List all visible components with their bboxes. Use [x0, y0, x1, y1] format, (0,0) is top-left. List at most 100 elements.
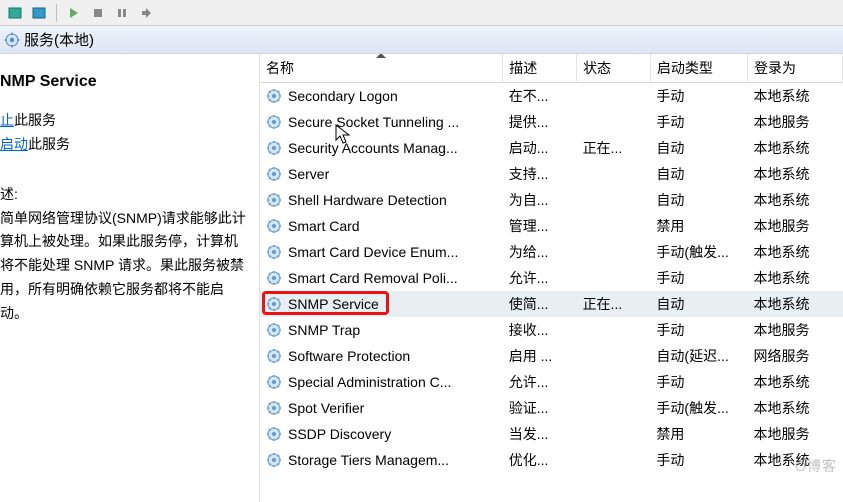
service-status — [577, 343, 651, 369]
service-startup: 手动 — [650, 109, 747, 135]
toolbar-restart-icon[interactable] — [137, 4, 155, 22]
toolbar-pause-icon[interactable] — [113, 4, 131, 22]
toolbar-play-icon[interactable] — [65, 4, 83, 22]
service-desc: 使简... — [503, 291, 577, 317]
restart-service-text: 此服务 — [28, 136, 70, 152]
service-startup: 禁用 — [650, 213, 747, 239]
service-logon: 本地系统 — [748, 395, 843, 421]
table-row[interactable]: Security Accounts Manag...启动...正在...自动本地… — [260, 135, 843, 161]
detail-pane: NMP Service 止此服务 启动此服务 述: 简单网络管理协议(SNMP)… — [0, 54, 260, 502]
service-name: SSDP Discovery — [288, 426, 391, 442]
restart-service-link[interactable]: 启动 — [0, 136, 28, 152]
toolbar-stop-icon[interactable] — [89, 4, 107, 22]
service-desc: 支持... — [503, 161, 577, 187]
col-header-desc[interactable]: 描述 — [503, 54, 577, 83]
service-desc: 允许... — [503, 369, 577, 395]
service-name: Storage Tiers Managem... — [288, 452, 449, 468]
table-row[interactable]: Storage Tiers Managem...优化...手动本地系统 — [260, 447, 843, 473]
col-header-logon[interactable]: 登录为 — [748, 54, 843, 83]
main-area: NMP Service 止此服务 启动此服务 述: 简单网络管理协议(SNMP)… — [0, 54, 843, 502]
selected-service-title: NMP Service — [0, 68, 249, 95]
services-list-pane: 名称 描述 状态 启动类型 登录为 Secondary Logon在不...手动… — [260, 54, 843, 502]
gear-icon — [266, 218, 282, 234]
col-header-startup[interactable]: 启动类型 — [650, 54, 747, 83]
stop-service-link[interactable]: 止 — [0, 112, 14, 128]
service-startup: 自动(延迟... — [650, 343, 747, 369]
service-logon: 本地系统 — [748, 239, 843, 265]
service-startup: 自动 — [650, 161, 747, 187]
service-desc: 管理... — [503, 213, 577, 239]
service-name: Secondary Logon — [288, 88, 398, 104]
service-status — [577, 213, 651, 239]
console-title: 服务(本地) — [24, 29, 94, 50]
description-heading: 述: — [0, 183, 249, 207]
service-name: Smart Card Device Enum... — [288, 244, 458, 260]
service-status — [577, 265, 651, 291]
service-startup: 自动 — [650, 291, 747, 317]
console-header: 服务(本地) — [0, 26, 843, 54]
service-status — [577, 161, 651, 187]
table-row[interactable]: Special Administration C...允许...手动本地系统 — [260, 369, 843, 395]
gear-icon — [266, 452, 282, 468]
gear-icon — [266, 270, 282, 286]
service-startup: 禁用 — [650, 421, 747, 447]
service-desc: 为自... — [503, 187, 577, 213]
table-row[interactable]: Smart Card Removal Poli...允许...手动本地系统 — [260, 265, 843, 291]
service-status — [577, 395, 651, 421]
service-logon: 网络服务 — [748, 343, 843, 369]
service-desc: 优化... — [503, 447, 577, 473]
table-row[interactable]: SSDP Discovery 当发... 禁用本地服务 — [260, 421, 843, 447]
service-name: Smart Card — [288, 218, 360, 234]
service-startup: 自动 — [650, 187, 747, 213]
table-row[interactable]: Secondary Logon在不...手动本地系统 — [260, 83, 843, 110]
service-status — [577, 109, 651, 135]
service-startup: 手动 — [650, 447, 747, 473]
table-row[interactable]: Shell Hardware Detection为自...自动本地系统 — [260, 187, 843, 213]
toolbar — [0, 0, 843, 26]
service-name: Spot Verifier — [288, 400, 364, 416]
service-status — [577, 317, 651, 343]
service-logon: 本地服务 — [748, 213, 843, 239]
table-row[interactable]: Secure Socket Tunneling ...提供...手动本地服务 — [260, 109, 843, 135]
service-name: SNMP Service — [288, 296, 379, 312]
service-startup: 手动(触发... — [650, 395, 747, 421]
service-desc: 当发... — [503, 421, 577, 447]
toolbar-btn-2[interactable] — [30, 4, 48, 22]
service-logon: 本地服务 — [748, 421, 843, 447]
gear-icon — [266, 322, 282, 338]
service-name: SNMP Trap — [288, 322, 360, 338]
service-name: Special Administration C... — [288, 374, 451, 390]
col-header-name[interactable]: 名称 — [260, 54, 503, 83]
gear-icon — [266, 348, 282, 364]
service-desc: 为给... — [503, 239, 577, 265]
service-status — [577, 447, 651, 473]
gear-icon — [266, 114, 282, 130]
gear-icon — [266, 192, 282, 208]
service-logon: 本地服务 — [748, 317, 843, 343]
service-logon: 本地系统 — [748, 161, 843, 187]
description-body: 简单网络管理协议(SNMP)请求能够此计算机上被处理。如果此服务停，计算机将不能… — [0, 207, 249, 326]
service-startup: 手动 — [650, 265, 747, 291]
table-row[interactable]: Smart Card 管理... 禁用本地服务 — [260, 213, 843, 239]
col-header-status[interactable]: 状态 — [577, 54, 651, 83]
service-status — [577, 239, 651, 265]
service-status: 正在... — [577, 135, 651, 161]
toolbar-separator — [56, 4, 57, 22]
service-name: Smart Card Removal Poli... — [288, 270, 458, 286]
service-name: Shell Hardware Detection — [288, 192, 447, 208]
table-row[interactable]: Software Protection启用 ...自动(延迟...网络服务 — [260, 343, 843, 369]
table-row[interactable]: Smart Card Device Enum... 为给... 手动(触发...本地… — [260, 239, 843, 265]
table-row[interactable]: SNMP Service使简...正在...自动本地系统 — [260, 291, 843, 317]
service-status — [577, 369, 651, 395]
watermark-text: O博客 — [795, 456, 837, 476]
gear-icon — [266, 244, 282, 260]
service-startup: 手动(触发... — [650, 239, 747, 265]
table-row[interactable]: Spot Verifier验证...手动(触发...本地系统 — [260, 395, 843, 421]
table-row[interactable]: Server支持...自动本地系统 — [260, 161, 843, 187]
service-name: Secure Socket Tunneling ... — [288, 114, 459, 130]
gear-icon — [266, 166, 282, 182]
gear-icon — [266, 88, 282, 104]
service-startup: 手动 — [650, 369, 747, 395]
table-row[interactable]: SNMP Trap接收...手动本地服务 — [260, 317, 843, 343]
toolbar-btn-1[interactable] — [6, 4, 24, 22]
